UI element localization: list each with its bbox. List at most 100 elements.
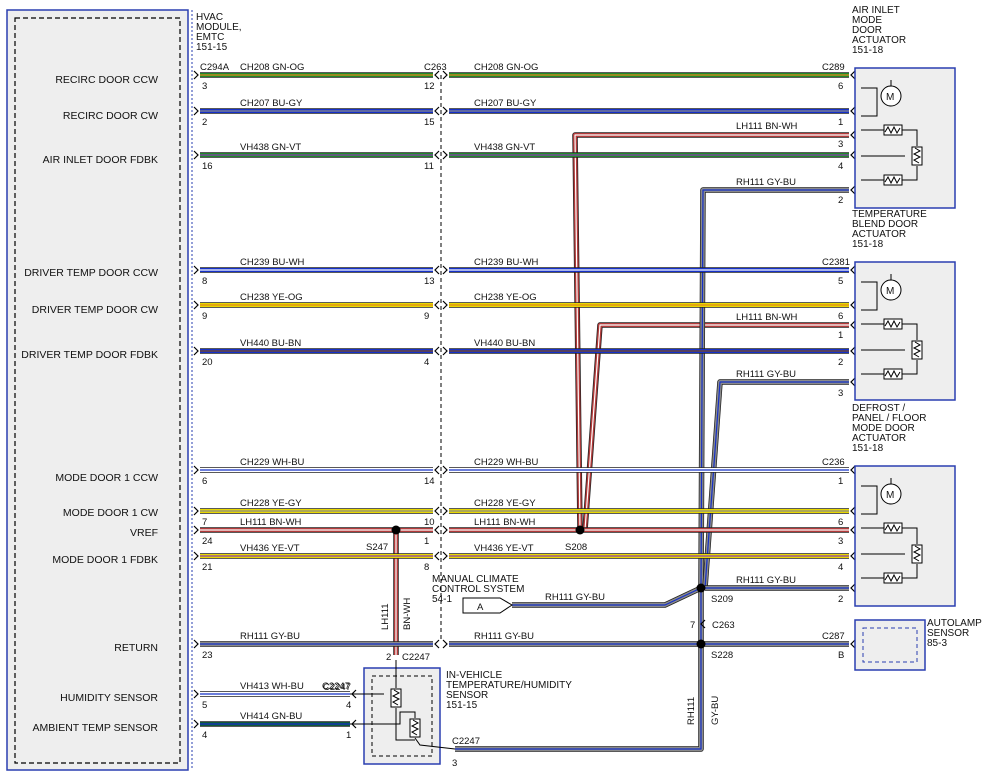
pin-number: 5 — [202, 700, 207, 711]
connector-arrow-icon — [193, 506, 199, 516]
pin-number: 23 — [202, 650, 213, 661]
air-inlet-actuator: AIR INLET MODE DOOR ACTUATOR 151-18 M — [852, 5, 956, 209]
circuit-label: CH239 BU-WH — [474, 257, 539, 268]
circuit-label: LH111 BN-WH — [736, 312, 798, 323]
connector-arrow-icon — [442, 525, 448, 535]
wiring-diagram: HVAC MODULE, EMTC 151-15 RECIRC DOOR CCW REC… — [6, 5, 982, 771]
circuit-label: VH436 YE-VT — [240, 543, 300, 554]
connector-arrow-icon — [442, 551, 448, 561]
circuit-label: RH111 GY-BU — [474, 631, 534, 642]
pin-number: 3 — [452, 758, 457, 769]
pin-number: 3 — [838, 536, 843, 547]
pin-number: 10 — [424, 517, 435, 528]
pin-number: 2 — [838, 594, 843, 605]
circuit-label: GY-BU — [710, 696, 721, 725]
circuit-label: CH208 GN-OG — [240, 62, 304, 73]
module-title: HVAC MODULE, EMTC 151-15 — [196, 12, 242, 53]
connector-arrow-icon — [193, 106, 199, 116]
connector-arrow-icon — [434, 525, 440, 535]
circuit-label: VH436 YE-VT — [474, 543, 534, 554]
circuit-label: RH111 GY-BU — [736, 177, 796, 188]
circuit-label: VH413 WH-BU — [240, 681, 304, 692]
circuit-label: CH229 WH-BU — [474, 457, 539, 468]
pin-number: 16 — [202, 161, 213, 172]
pin-number: 15 — [424, 117, 435, 128]
connector-label: C236 — [822, 457, 845, 468]
defrost-actuator: DEFROST / PANEL / FLOOR MODE DOOR ACTUATOR 1… — [852, 403, 956, 607]
splice-label: S209 — [711, 594, 733, 605]
resistor-icon — [883, 174, 903, 186]
pin-number: 4 — [838, 161, 843, 172]
pin-number: 6 — [838, 311, 843, 322]
pin-label: AMBIENT TEMP SENSOR — [33, 722, 159, 734]
potentiometer-icon — [911, 340, 923, 360]
circuit-label: CH229 WH-BU — [240, 457, 305, 468]
circuit-label: VH440 BU-BN — [240, 338, 301, 349]
circuit-label: RH111 GY-BU — [736, 575, 796, 586]
splice-label: S228 — [711, 650, 733, 661]
pin-label: RECIRC DOOR CCW — [55, 74, 158, 86]
circuit-label: BN-WH — [402, 598, 413, 630]
resistor-icon — [883, 522, 903, 534]
connector-arrow-icon — [193, 525, 199, 535]
connector-arrow-icon — [193, 70, 199, 80]
pin-number: 8 — [424, 562, 429, 573]
humidity-sensor-icon — [390, 688, 402, 708]
pin-number: 9 — [424, 311, 429, 322]
circuit-label: CH228 YE-GY — [474, 498, 536, 509]
connector-arrow-icon — [442, 300, 448, 310]
pin-number: 4 — [202, 730, 207, 741]
pin-label: DRIVER TEMP DOOR FDBK — [21, 349, 158, 361]
pin-label: DRIVER TEMP DOOR CW — [32, 304, 158, 316]
pin-label: MODE DOOR 1 FDBK — [52, 554, 158, 566]
connector-label: C289 — [822, 62, 845, 73]
resistor-icon — [883, 368, 903, 380]
pin-number: B — [838, 650, 844, 661]
resistor-icon — [883, 124, 903, 136]
circuit-label: LH111 BN-WH — [736, 121, 798, 132]
pin-label: MODE DOOR 1 CW — [63, 507, 158, 519]
circuit-label: RH111 — [686, 697, 697, 725]
defrost-actuator-title: DEFROST / PANEL / FLOOR MODE DOOR ACTUATOR 1… — [852, 403, 926, 454]
pin-number: 4 — [424, 357, 429, 368]
svg-text:M: M — [886, 286, 894, 297]
pin-label: AIR INLET DOOR FDBK — [43, 154, 158, 166]
pin-number: 1 — [838, 476, 843, 487]
pin-number: 1 — [838, 117, 843, 128]
connector-arrow-icon — [442, 506, 448, 516]
pin-number: 3 — [838, 388, 843, 399]
connector-arrow-icon — [434, 300, 440, 310]
branch-rh111-sensor — [455, 644, 704, 752]
pin-number: 3 — [202, 81, 207, 92]
pin-number: 13 — [424, 276, 435, 287]
pin-number: 6 — [838, 517, 843, 528]
connector-arrow-icon — [434, 150, 440, 160]
connector-label: C263 — [424, 62, 447, 73]
connector-arrow-icon — [434, 506, 440, 516]
components: AIR INLET MODE DOOR ACTUATOR 151-18MTEMPERAT… — [323, 5, 982, 765]
pin-number: 6 — [202, 476, 207, 487]
pin-number: 21 — [202, 562, 213, 573]
pin-number: 1 — [424, 536, 429, 547]
pin-label: MODE DOOR 1 CCW — [55, 472, 158, 484]
circuit-label: CH207 BU-GY — [474, 98, 537, 109]
pin-label: RETURN — [114, 642, 158, 654]
pin-number: 2 — [202, 117, 207, 128]
connector-arrow-icon — [442, 265, 448, 275]
autolamp-sensor: AUTOLAMP SENSOR 85-3 — [854, 618, 982, 671]
pin-number: 2 — [838, 357, 843, 368]
pin-number: 2 — [386, 652, 391, 663]
svg-text:M: M — [886, 490, 894, 501]
pin-number: 5 — [838, 276, 843, 287]
connector-arrow-icon — [193, 465, 199, 475]
wires: CH208 GN-OG CH208 GN-OG3 12 6C294A C263 C289C… — [193, 62, 856, 741]
pin-number: 14 — [424, 476, 435, 487]
pin-label: DRIVER TEMP DOOR CCW — [24, 267, 158, 279]
connector-arrow-icon — [193, 719, 199, 729]
circuit-label: RH111 GY-BU — [545, 592, 605, 603]
pin-label: RECIRC DOOR CW — [63, 110, 158, 122]
connector-arrow-icon — [434, 551, 440, 561]
connector-arrow-icon — [442, 639, 448, 649]
air-inlet-actuator-title: AIR INLET MODE DOOR ACTUATOR 151-18 — [852, 5, 906, 56]
connector-arrow-icon — [434, 346, 440, 356]
